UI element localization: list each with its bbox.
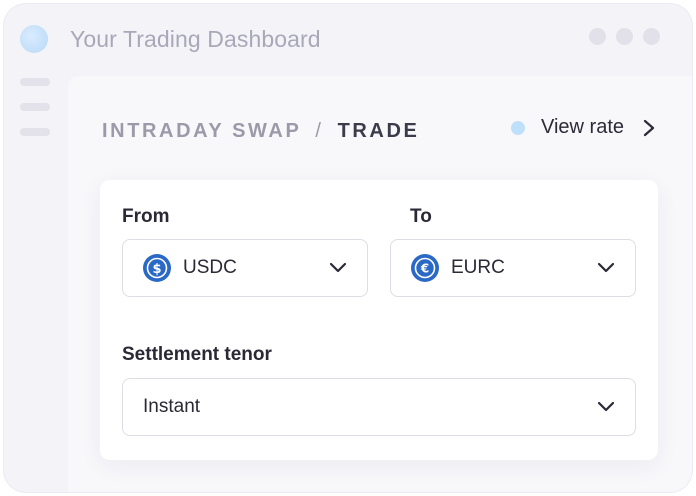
settlement-tenor-select[interactable]: Instant <box>122 378 636 436</box>
title-bar: Your Trading Dashboard <box>4 4 692 76</box>
breadcrumb-separator: / <box>315 120 324 142</box>
svg-text:€: € <box>420 262 429 276</box>
view-rate-link[interactable]: View rate <box>510 116 656 139</box>
main-panel: INTRADAY SWAP / TRADE View rate From To … <box>68 76 692 492</box>
svg-text:$: $ <box>152 262 161 277</box>
window-control-dot-1[interactable] <box>589 28 606 45</box>
to-currency-select[interactable]: € EURC <box>390 239 636 297</box>
from-currency-value: USDC <box>183 257 237 278</box>
sidebar-menu-icon[interactable] <box>20 78 50 153</box>
sidebar-line <box>20 78 50 86</box>
chevron-down-icon <box>329 262 347 273</box>
rate-indicator-icon <box>510 120 525 135</box>
trade-form-card: From To $ USDC € EURC Settlement tenor I… <box>100 180 658 460</box>
sidebar-line <box>20 103 50 111</box>
usdc-dollar-coin-icon: $ <box>143 254 171 282</box>
to-label: To <box>410 206 432 227</box>
chevron-down-icon <box>597 262 615 273</box>
settlement-tenor-label: Settlement tenor <box>122 344 272 365</box>
breadcrumb: INTRADAY SWAP / TRADE <box>102 120 419 143</box>
view-rate-label: View rate <box>540 116 624 138</box>
dashboard-window: Your Trading Dashboard INTRADAY SWAP / T… <box>4 4 692 492</box>
breadcrumb-current-page: TRADE <box>337 120 420 142</box>
settlement-tenor-value: Instant <box>143 396 201 417</box>
window-controls <box>589 28 660 45</box>
eurc-euro-coin-icon: € <box>411 254 439 282</box>
sidebar-line <box>20 128 50 136</box>
to-currency-value: EURC <box>451 257 505 278</box>
from-label: From <box>122 206 170 227</box>
chevron-right-icon <box>643 119 655 136</box>
app-logo-icon <box>20 25 48 53</box>
window-control-dot-2[interactable] <box>616 28 633 45</box>
window-control-dot-3[interactable] <box>643 28 660 45</box>
from-currency-select[interactable]: $ USDC <box>122 239 368 297</box>
breadcrumb-section[interactable]: INTRADAY SWAP <box>102 120 301 143</box>
window-title: Your Trading Dashboard <box>70 26 321 52</box>
chevron-down-icon <box>597 401 615 412</box>
